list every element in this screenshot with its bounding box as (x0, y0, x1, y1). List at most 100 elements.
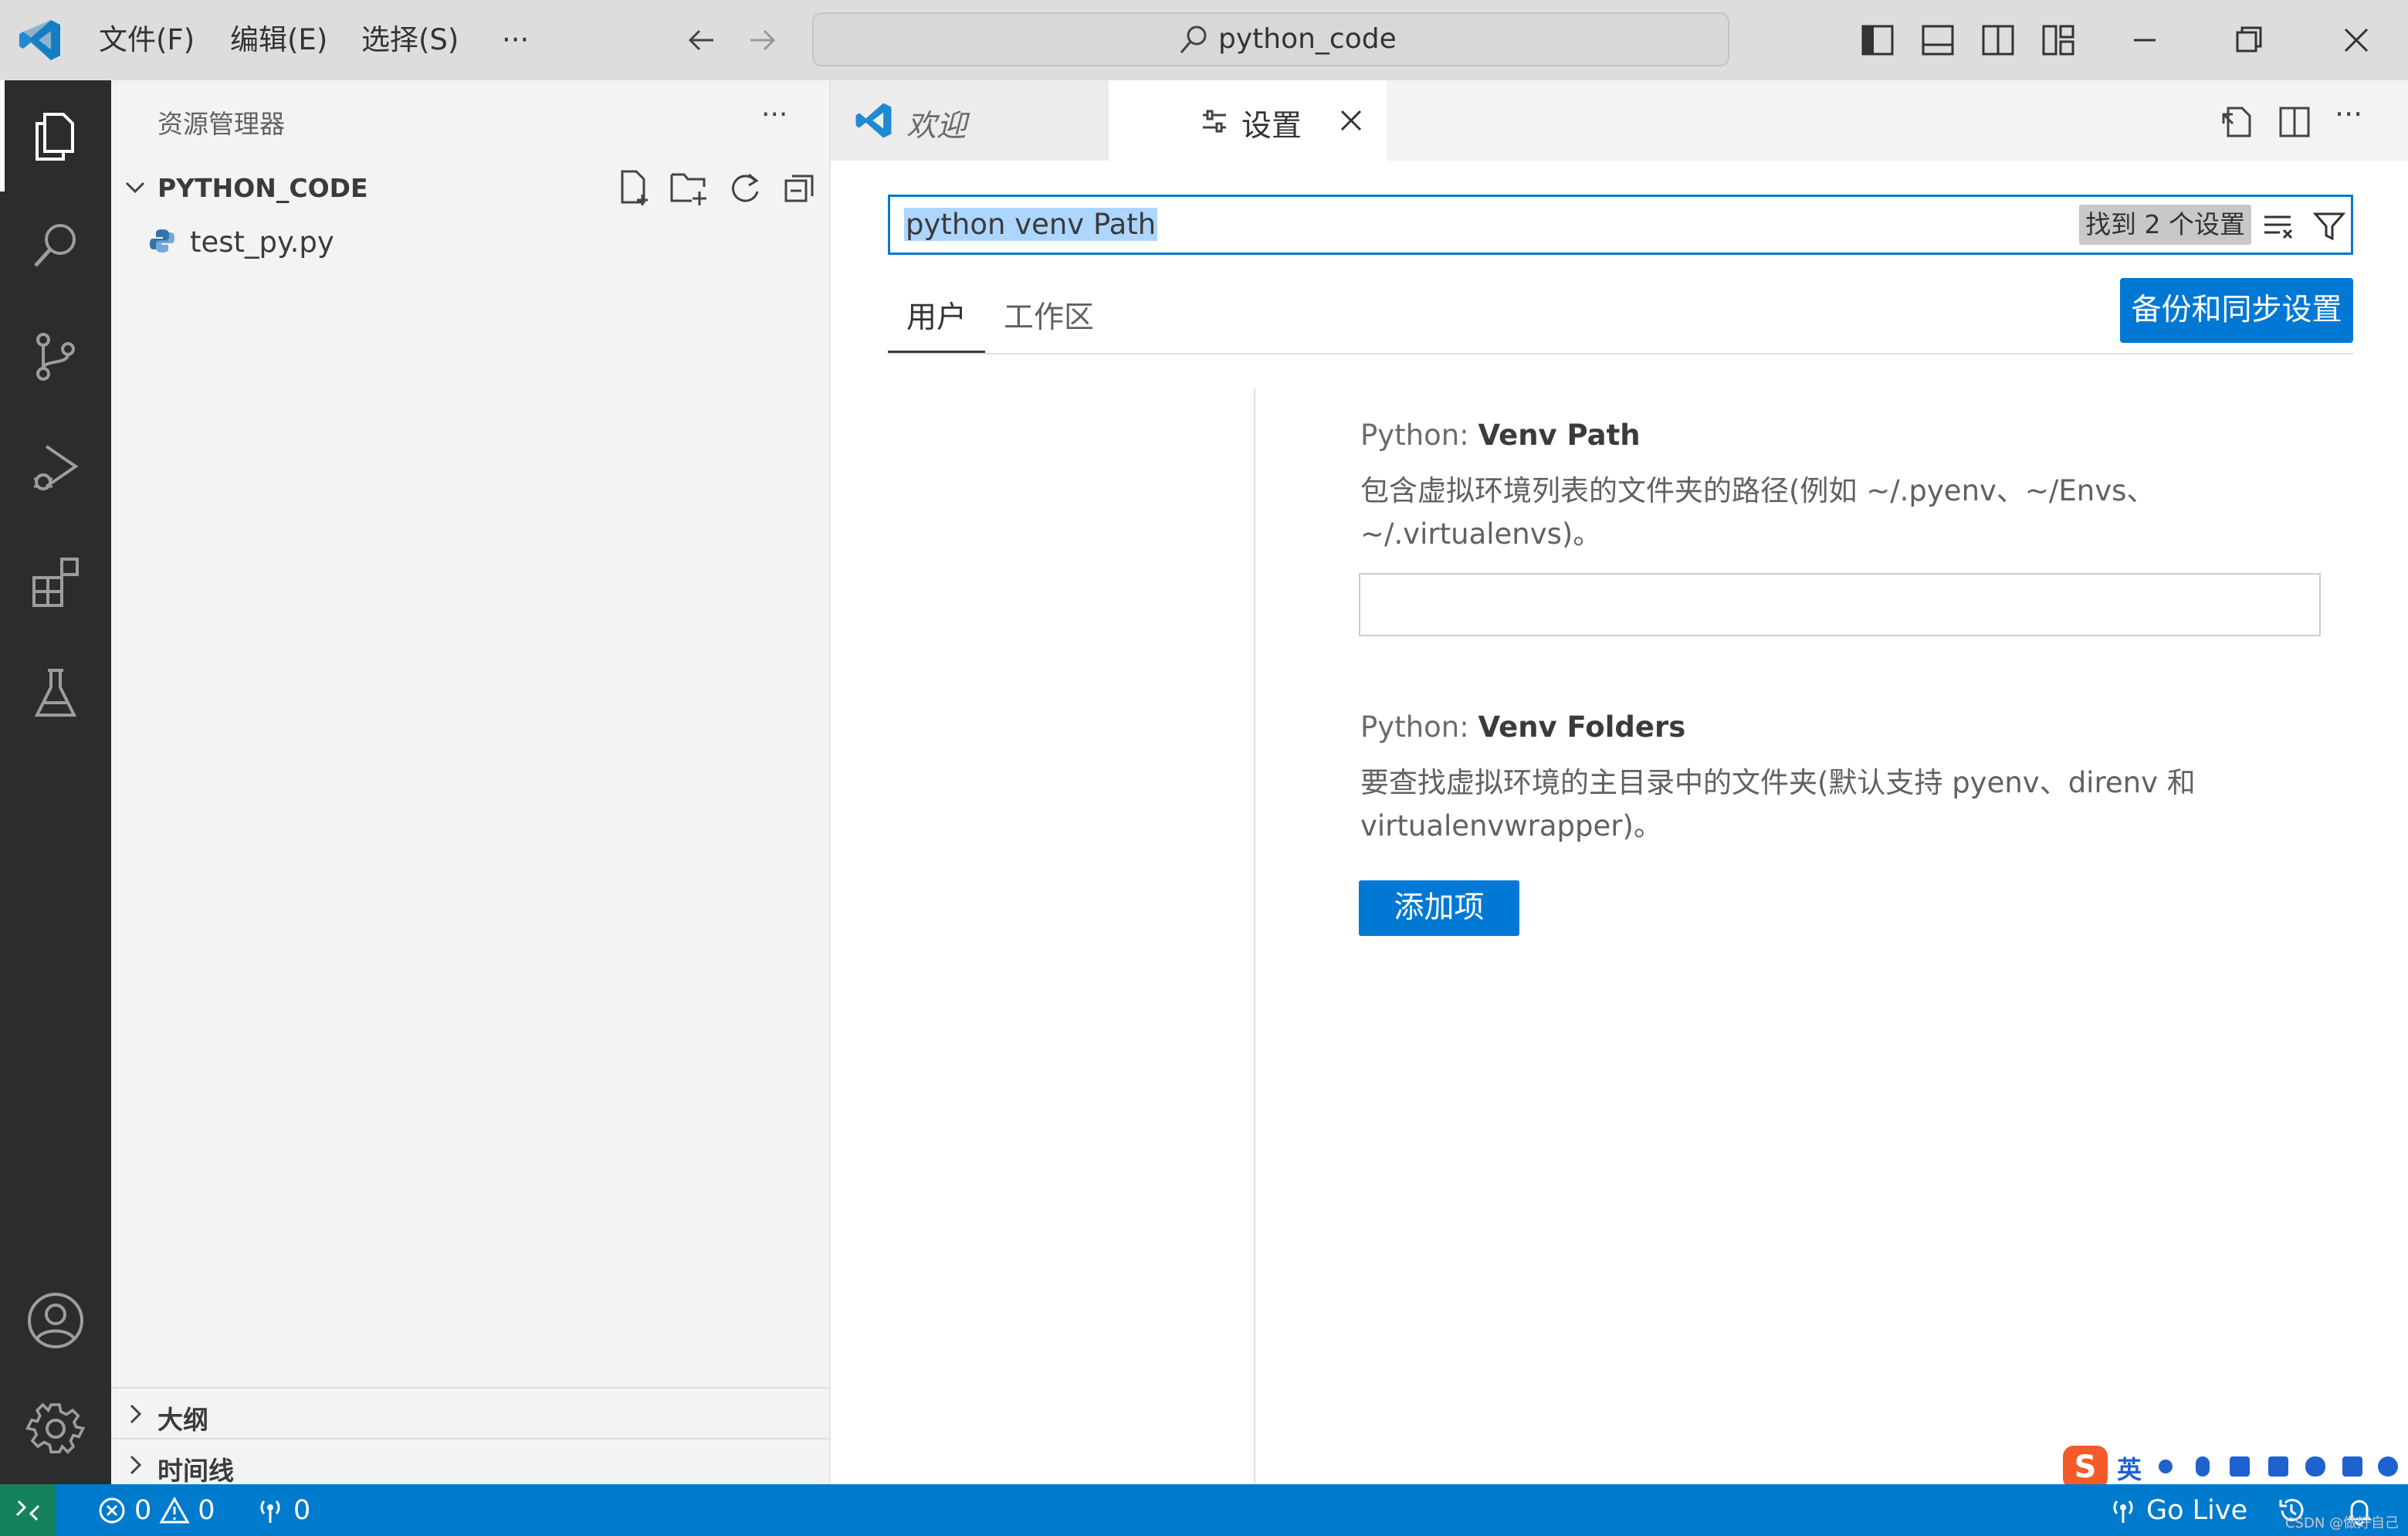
ime-game-icon[interactable] (2305, 1456, 2325, 1477)
problems-indicator[interactable]: 0 0 (97, 1492, 215, 1529)
close-window-icon[interactable] (2332, 15, 2381, 65)
explorer-sidebar: 资源管理器 ··· PYTHON_CODE test_py.py 大纲 时间线 (111, 80, 831, 1486)
settings-search-input[interactable]: python venv Path 找到 2 个设置 (888, 195, 2353, 255)
chevron-right-icon (122, 1452, 148, 1478)
restore-icon[interactable] (2223, 15, 2273, 65)
settings-sliders-icon (1200, 107, 1229, 136)
go-live-label: Go Live (2146, 1495, 2248, 1526)
minimize-icon[interactable] (2120, 15, 2169, 65)
venv-path-input[interactable] (1359, 573, 2321, 636)
tab-welcome[interactable]: 欢迎 (831, 80, 1109, 161)
clear-filter-icon[interactable] (2261, 209, 2295, 243)
search-icon[interactable] (0, 198, 111, 293)
menu-edit[interactable]: 编辑(E) (218, 19, 340, 62)
go-live-icon (2108, 1495, 2139, 1526)
timeline-panel-header[interactable]: 时间线 (111, 1438, 829, 1489)
setting-category: Python: (1360, 710, 1478, 744)
scope-tabs-divider (888, 353, 2353, 354)
open-settings-json-icon[interactable] (2219, 103, 2256, 141)
run-debug-icon[interactable] (0, 420, 111, 516)
source-control-icon[interactable] (0, 309, 111, 405)
tab-settings-label: 设置 (1241, 109, 1302, 144)
warning-count: 0 (198, 1495, 215, 1526)
title-bar: 文件(F) 编辑(E) 选择(S) ··· python_code (0, 0, 2408, 80)
toggle-secondary-sidebar-icon[interactable] (1973, 15, 2023, 65)
folder-name: PYTHON_CODE (157, 173, 368, 203)
menu-selection[interactable]: 选择(S) (349, 19, 471, 62)
gear-icon[interactable] (0, 1381, 111, 1477)
setting-description-venv-folders: 要查找虚拟环境的主目录中的文件夹(默认支持 pyenv、direnv 和 vir… (1360, 766, 2196, 843)
ime-grid-icon[interactable] (2342, 1456, 2362, 1477)
split-editor-icon[interactable] (2276, 103, 2313, 141)
new-folder-icon[interactable] (669, 168, 710, 207)
error-count: 0 (134, 1495, 152, 1526)
collapse-all-icon[interactable] (781, 168, 820, 207)
ports-indicator[interactable]: 0 (255, 1492, 310, 1529)
setting-category: Python: (1360, 419, 1478, 452)
ime-logo[interactable]: S (2063, 1446, 2108, 1489)
command-center-label: python_code (1218, 23, 1397, 55)
command-center[interactable]: python_code (812, 12, 1729, 66)
toc-divider (1254, 388, 1255, 1484)
setting-description-venv-path: 包含虚拟环境列表的文件夹的路径(例如 ~/.pyenv、~/Envs、~/.vi… (1360, 474, 2156, 551)
file-name: test_py.py (190, 225, 334, 259)
tab-welcome-label: 欢迎 (906, 109, 967, 144)
file-item[interactable]: test_py.py (111, 216, 829, 266)
editor-more-button[interactable]: ··· (2335, 97, 2362, 131)
chevron-down-icon (122, 175, 148, 201)
chevron-right-icon (122, 1401, 148, 1427)
watermark: CSDN @做好自己 (2285, 1515, 2400, 1531)
vscode-logo-icon (17, 17, 63, 63)
sidebar-more-button[interactable]: ··· (761, 99, 787, 131)
tab-workspace-scope[interactable]: 工作区 (1004, 293, 1094, 337)
add-item-button[interactable]: 添加项 (1359, 880, 1519, 936)
editor-tabs-bar: 欢迎 设置 ··· (831, 80, 2408, 161)
sidebar-title: 资源管理器 (157, 109, 285, 139)
remote-indicator[interactable] (0, 1484, 56, 1536)
vscode-logo-icon (854, 100, 894, 141)
testing-icon[interactable] (0, 646, 111, 741)
menu-file[interactable]: 文件(F) (86, 19, 207, 62)
ime-settings-icon[interactable] (2378, 1456, 2398, 1477)
customize-layout-icon[interactable] (2034, 15, 2083, 65)
extensions-icon[interactable] (0, 533, 111, 629)
outline-panel-header[interactable]: 大纲 (111, 1387, 829, 1438)
setting-name: Venv Folders (1478, 710, 1686, 744)
setting-title-venv-folders: Python: Venv Folders (1360, 710, 1685, 744)
folder-header[interactable]: PYTHON_CODE (111, 164, 829, 213)
ime-punctuation-icon[interactable] (2159, 1460, 2173, 1473)
setting-name: Venv Path (1478, 419, 1641, 452)
tab-settings[interactable]: 设置 (1109, 80, 1387, 161)
toggle-sidebar-icon[interactable] (1853, 15, 1902, 65)
back-arrow-icon[interactable] (684, 23, 718, 57)
toggle-panel-icon[interactable] (1913, 15, 1963, 65)
tab-user-scope[interactable]: 用户 (906, 293, 967, 337)
timeline-label: 时间线 (157, 1456, 234, 1486)
results-count-badge: 找到 2 个设置 (2079, 205, 2251, 245)
search-icon (1177, 23, 1211, 57)
python-file-icon (148, 227, 176, 255)
warning-icon (159, 1496, 190, 1525)
go-live-button[interactable]: Go Live (2108, 1492, 2247, 1529)
menu-more[interactable]: ··· (489, 19, 541, 62)
settings-search-value: python venv Path (904, 208, 1158, 241)
broadcast-icon (255, 1495, 286, 1526)
ime-keyboard-icon[interactable] (2230, 1456, 2250, 1477)
ime-skin-icon[interactable] (2268, 1456, 2288, 1477)
ime-language-toggle[interactable]: 英 (2117, 1450, 2142, 1486)
setting-title-venv-path: Python: Venv Path (1360, 419, 1641, 452)
explorer-icon[interactable] (0, 88, 111, 184)
refresh-icon[interactable] (726, 168, 764, 207)
error-icon (97, 1496, 127, 1525)
ime-mic-icon[interactable] (2196, 1456, 2210, 1477)
status-bar: 0 0 0 Go Live (0, 1484, 2408, 1536)
remote-icon (12, 1495, 43, 1526)
account-icon[interactable] (0, 1273, 111, 1368)
backup-sync-button[interactable]: 备份和同步设置 (2120, 278, 2353, 343)
close-icon[interactable] (1337, 107, 1365, 134)
filter-icon[interactable] (2312, 209, 2346, 243)
outline-label: 大纲 (157, 1405, 208, 1435)
ports-count: 0 (293, 1495, 311, 1526)
forward-arrow-icon[interactable] (746, 23, 780, 57)
new-file-icon[interactable] (615, 168, 653, 207)
